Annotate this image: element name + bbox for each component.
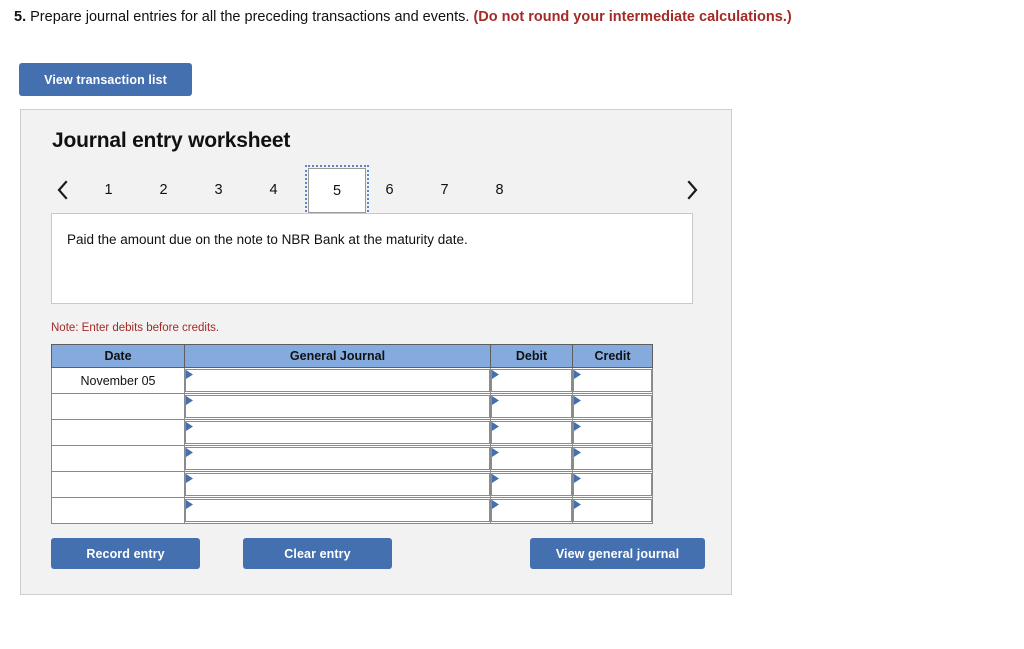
- debit-input[interactable]: [491, 421, 572, 444]
- credit-input[interactable]: [573, 395, 652, 418]
- debit-input-wrapper: [491, 395, 572, 418]
- table-header-row: Date General Journal Debit Credit: [51, 344, 653, 368]
- cell-credit: [572, 445, 653, 472]
- question-text: Prepare journal entries for all the prec…: [30, 9, 470, 25]
- table-row: [51, 471, 653, 498]
- credit-input-wrapper: [573, 447, 652, 470]
- table-row: November 05: [51, 367, 653, 394]
- cell-general-journal: [184, 471, 491, 498]
- worksheet-tab-2[interactable]: 2: [150, 178, 177, 202]
- cell-debit: [490, 445, 573, 472]
- debit-input[interactable]: [491, 499, 572, 522]
- debit-input-wrapper: [491, 499, 572, 522]
- table-row: [51, 419, 653, 446]
- worksheet-tabstrip: 1 2 3 456 7 8: [49, 165, 709, 216]
- cell-general-journal: [184, 367, 491, 394]
- question-prompt: 5. Prepare journal entries for all the p…: [14, 8, 792, 27]
- cell-general-journal: [184, 419, 491, 446]
- general-journal-input-wrapper: [185, 395, 490, 418]
- clear-entry-button[interactable]: Clear entry: [243, 538, 392, 569]
- cell-debit: [490, 367, 573, 394]
- question-rounding-note: (Do not round your intermediate calculat…: [473, 9, 792, 25]
- general-journal-input[interactable]: [185, 395, 490, 418]
- credit-input-wrapper: [573, 473, 652, 496]
- cell-general-journal: [184, 445, 491, 472]
- column-header-general-journal: General Journal: [184, 344, 491, 368]
- cell-credit: [572, 393, 653, 420]
- worksheet-tab-3[interactable]: 3: [205, 178, 232, 202]
- debit-input[interactable]: [491, 369, 572, 392]
- previous-tab-button[interactable]: [49, 176, 75, 204]
- general-journal-input-wrapper: [185, 473, 490, 496]
- general-journal-input[interactable]: [185, 447, 490, 470]
- credit-input[interactable]: [573, 473, 652, 496]
- debit-input[interactable]: [491, 473, 572, 496]
- cell-general-journal: [184, 497, 491, 524]
- cell-debit: [490, 393, 573, 420]
- column-header-date: Date: [51, 344, 185, 368]
- credit-input[interactable]: [573, 447, 652, 470]
- next-tab-button[interactable]: [679, 176, 705, 204]
- cell-date: [51, 393, 185, 420]
- column-header-credit: Credit: [572, 344, 653, 368]
- general-journal-input-wrapper: [185, 447, 490, 470]
- cell-debit: [490, 419, 573, 446]
- chevron-left-icon: [56, 180, 69, 200]
- cell-date: November 05: [51, 367, 185, 394]
- transaction-description-text: Paid the amount due on the note to NBR B…: [67, 232, 468, 247]
- credit-input-wrapper: [573, 395, 652, 418]
- cell-date: [51, 419, 185, 446]
- cell-debit: [490, 497, 573, 524]
- debit-input-wrapper: [491, 369, 572, 392]
- table-row: [51, 445, 653, 472]
- worksheet-tab-7[interactable]: 7: [431, 178, 458, 202]
- cell-date: [51, 471, 185, 498]
- cell-credit: [572, 497, 653, 524]
- general-journal-input[interactable]: [185, 369, 490, 392]
- view-general-journal-button[interactable]: View general journal: [530, 538, 705, 569]
- worksheet-tab-4[interactable]: 4: [260, 178, 287, 202]
- worksheet-tab-1[interactable]: 1: [95, 178, 122, 202]
- debit-input[interactable]: [491, 447, 572, 470]
- cell-credit: [572, 367, 653, 394]
- cell-credit: [572, 419, 653, 446]
- general-journal-input[interactable]: [185, 499, 490, 522]
- credit-input-wrapper: [573, 499, 652, 522]
- worksheet-tab-6[interactable]: 6: [376, 178, 403, 202]
- cell-date: [51, 497, 185, 524]
- credit-input[interactable]: [573, 499, 652, 522]
- cell-credit: [572, 471, 653, 498]
- record-entry-button[interactable]: Record entry: [51, 538, 200, 569]
- journal-entry-worksheet-panel: Journal entry worksheet 1 2 3 456 7 8 Paid th…: [20, 109, 732, 595]
- general-journal-input-wrapper: [185, 369, 490, 392]
- journal-entry-table: Date General Journal Debit Credit Novemb…: [51, 344, 653, 524]
- general-journal-input-wrapper: [185, 499, 490, 522]
- general-journal-input-wrapper: [185, 421, 490, 444]
- general-journal-input[interactable]: [185, 473, 490, 496]
- cell-debit: [490, 471, 573, 498]
- general-journal-input[interactable]: [185, 421, 490, 444]
- credit-input[interactable]: [573, 421, 652, 444]
- cell-date: [51, 445, 185, 472]
- worksheet-title: Journal entry worksheet: [52, 129, 291, 152]
- cell-general-journal: [184, 393, 491, 420]
- table-row: [51, 393, 653, 420]
- debit-input-wrapper: [491, 421, 572, 444]
- worksheet-tab-8[interactable]: 8: [486, 178, 513, 202]
- transaction-description-box: Paid the amount due on the note to NBR B…: [51, 213, 693, 304]
- debit-input-wrapper: [491, 473, 572, 496]
- credit-input-wrapper: [573, 369, 652, 392]
- column-header-debit: Debit: [490, 344, 573, 368]
- chevron-right-icon: [686, 180, 699, 200]
- table-row: [51, 497, 653, 524]
- debits-before-credits-note: Note: Enter debits before credits.: [51, 322, 220, 334]
- debit-input[interactable]: [491, 395, 572, 418]
- credit-input[interactable]: [573, 369, 652, 392]
- debit-input-wrapper: [491, 447, 572, 470]
- credit-input-wrapper: [573, 421, 652, 444]
- question-number: 5.: [14, 9, 27, 25]
- worksheet-tab-5[interactable]: 5: [305, 165, 369, 216]
- view-transaction-list-button[interactable]: View transaction list: [19, 63, 192, 96]
